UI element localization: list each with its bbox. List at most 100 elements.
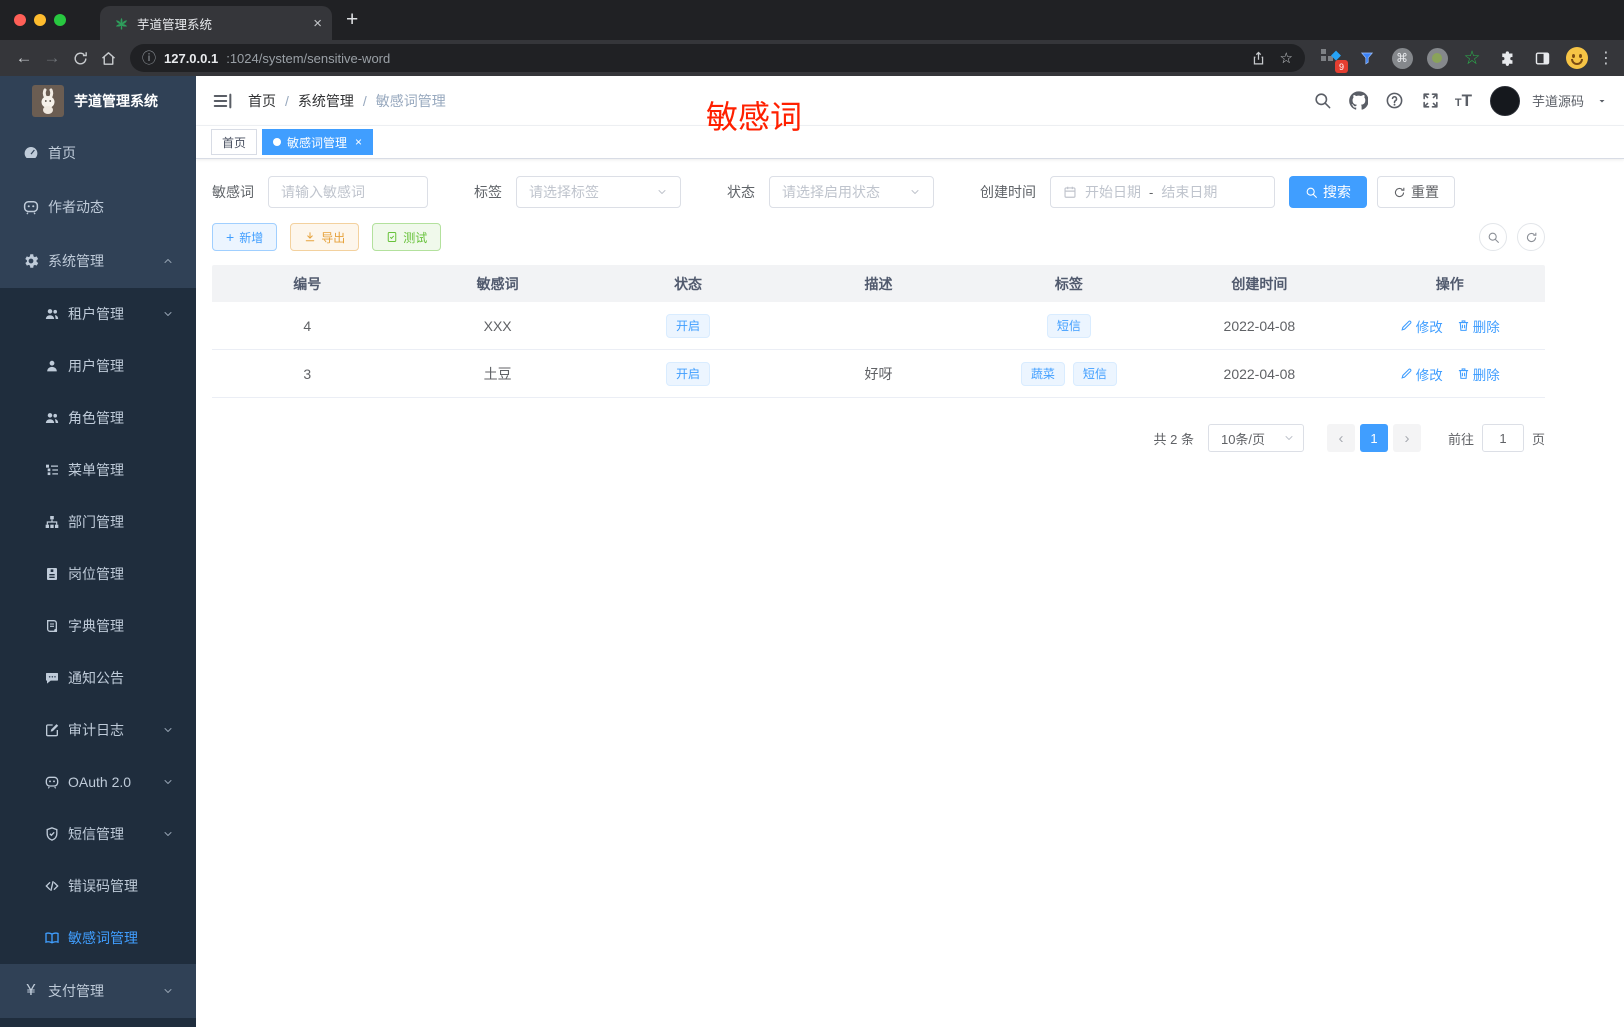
delete-link[interactable]: 删除 bbox=[1457, 316, 1500, 336]
table-header-row: 编号 敏感词 状态 描述 标签 创建时间 操作 bbox=[212, 265, 1545, 302]
tag-tab-sensitive-word[interactable]: 敏感词管理 × bbox=[262, 129, 374, 155]
sidebar-item-dict[interactable]: 字典管理 bbox=[0, 600, 196, 652]
chevron-down-icon bbox=[1283, 432, 1295, 444]
breadcrumb: 首页 / 系统管理 / 敏感词管理 bbox=[248, 91, 446, 111]
col-header: 操作 bbox=[1435, 275, 1464, 292]
date-range-picker[interactable]: 开始日期 - 结束日期 bbox=[1050, 176, 1275, 208]
refresh-table-button[interactable] bbox=[1517, 223, 1545, 251]
sidebar-item-role[interactable]: 角色管理 bbox=[0, 392, 196, 444]
sidebar-item-notice[interactable]: 通知公告 bbox=[0, 652, 196, 704]
sidebar-item-menu[interactable]: 菜单管理 bbox=[0, 444, 196, 496]
extension-funnel-icon[interactable] bbox=[1356, 47, 1378, 69]
chevron-down-icon bbox=[909, 186, 921, 198]
extension-recorder-icon[interactable] bbox=[1426, 47, 1448, 69]
extension-command-icon[interactable]: ⌘ bbox=[1391, 47, 1413, 69]
header-search-icon[interactable] bbox=[1311, 89, 1335, 113]
sidebar-item-label: 短信管理 bbox=[68, 826, 124, 842]
extensions-puzzle-icon[interactable] bbox=[1496, 47, 1518, 69]
profile-avatar-emoji[interactable] bbox=[1566, 47, 1588, 69]
github-icon[interactable] bbox=[1347, 89, 1371, 113]
new-tab-button[interactable]: + bbox=[346, 8, 358, 32]
tag-tab-home[interactable]: 首页 bbox=[211, 129, 258, 155]
caret-down-icon[interactable] bbox=[1596, 95, 1608, 107]
help-icon[interactable] bbox=[1383, 89, 1407, 113]
cell-word: XXX bbox=[483, 317, 512, 334]
reload-button[interactable] bbox=[66, 44, 94, 72]
sidebar-item-sensitive-word[interactable]: 敏感词管理 bbox=[0, 912, 196, 964]
minimize-window-button[interactable] bbox=[34, 14, 46, 26]
font-size-icon[interactable]: TT bbox=[1455, 91, 1472, 111]
download-icon bbox=[304, 231, 316, 243]
date-label: 创建时间 bbox=[980, 184, 1036, 200]
close-window-button[interactable] bbox=[14, 14, 26, 26]
browser-menu-icon[interactable]: ⋮ bbox=[1598, 48, 1614, 68]
sidebar-item-system[interactable]: 系统管理 bbox=[0, 234, 196, 288]
tag-close-icon[interactable]: × bbox=[355, 135, 362, 149]
user-avatar[interactable] bbox=[1489, 85, 1520, 116]
page-size-select[interactable]: 10条/页 bbox=[1207, 424, 1304, 452]
sidebar-item-payment[interactable]: ¥ 支付管理 bbox=[0, 964, 196, 1018]
sidebar-item-post[interactable]: 岗位管理 bbox=[0, 548, 196, 600]
tab-close-icon[interactable]: × bbox=[313, 15, 322, 32]
extensions-area: ◆ 9 ⌘ ☆ bbox=[1321, 47, 1588, 73]
url-bar[interactable]: ⓘ 127.0.0.1 :1024/system/sensitive-word … bbox=[130, 44, 1305, 72]
breadcrumb-system[interactable]: 系统管理 bbox=[298, 91, 354, 111]
zoom-window-button[interactable] bbox=[54, 14, 66, 26]
tag-tab-label: 敏感词管理 bbox=[287, 135, 348, 150]
sidebar-item-home[interactable]: 首页 bbox=[0, 126, 196, 180]
goto-page-input[interactable] bbox=[1481, 424, 1524, 452]
status-select[interactable]: 请选择启用状态 bbox=[769, 176, 934, 208]
bookmark-star-icon[interactable]: ☆ bbox=[1280, 49, 1293, 67]
reset-button[interactable]: 重置 bbox=[1377, 176, 1455, 208]
tag-select[interactable]: 请选择标签 bbox=[516, 176, 681, 208]
goto-label: 前往 bbox=[1447, 431, 1474, 447]
page-number-button[interactable]: 1 bbox=[1359, 424, 1388, 452]
site-info-icon[interactable]: ⓘ bbox=[142, 48, 156, 68]
sidebar-item-audit-log[interactable]: 审计日志 bbox=[0, 704, 196, 756]
breadcrumb-home[interactable]: 首页 bbox=[248, 91, 276, 111]
prev-page-button[interactable]: ‹ bbox=[1326, 424, 1355, 452]
extension-star-icon[interactable]: ☆ bbox=[1461, 47, 1483, 69]
forward-button[interactable]: → bbox=[38, 44, 66, 72]
edit-link[interactable]: 修改 bbox=[1400, 316, 1443, 336]
back-button[interactable]: ← bbox=[10, 44, 38, 72]
screen: 芋道管理系统 × + ← → ⓘ 127.0.0.1 :1024/system/… bbox=[0, 0, 1624, 1027]
add-button[interactable]: + 新增 bbox=[212, 223, 278, 251]
keyword-input[interactable] bbox=[281, 184, 415, 200]
app-logo[interactable]: 芋道管理系统 bbox=[0, 76, 196, 126]
search-button[interactable]: 搜索 bbox=[1289, 176, 1367, 208]
browser-tab[interactable]: 芋道管理系统 × bbox=[100, 6, 332, 40]
navbar-right: TT 芋道源码 bbox=[1311, 85, 1608, 116]
hide-search-button[interactable] bbox=[1479, 223, 1507, 251]
sidebar-bottom-strip bbox=[0, 1018, 196, 1027]
sidebar-item-author-news[interactable]: 作者动态 bbox=[0, 180, 196, 234]
sidebar-item-label: 部门管理 bbox=[68, 514, 124, 530]
hamburger-icon[interactable] bbox=[212, 90, 234, 112]
user-icon bbox=[44, 358, 60, 374]
chevron-up-icon bbox=[162, 255, 174, 267]
next-page-button[interactable]: › bbox=[1392, 424, 1421, 452]
side-panel-icon[interactable] bbox=[1531, 47, 1553, 69]
sidebar-item-error-code[interactable]: 错误码管理 bbox=[0, 860, 196, 912]
delete-link[interactable]: 删除 bbox=[1457, 364, 1500, 384]
fullscreen-icon[interactable] bbox=[1419, 89, 1443, 113]
browser-toolbar: ← → ⓘ 127.0.0.1 :1024/system/sensitive-w… bbox=[0, 40, 1624, 76]
users-icon bbox=[44, 306, 60, 322]
share-icon[interactable] bbox=[1251, 51, 1266, 66]
sidebar-item-sms[interactable]: 短信管理 bbox=[0, 808, 196, 860]
test-button[interactable]: 测试 bbox=[372, 223, 442, 251]
export-button[interactable]: 导出 bbox=[290, 223, 360, 251]
sidebar-item-label: 首页 bbox=[48, 145, 76, 161]
shield-check-icon bbox=[44, 826, 60, 842]
sidebar-item-oauth[interactable]: OAuth 2.0 bbox=[0, 756, 196, 808]
test-button-label: 测试 bbox=[403, 230, 428, 245]
edit-link[interactable]: 修改 bbox=[1400, 364, 1443, 384]
sidebar-item-tenant[interactable]: 租户管理 bbox=[0, 288, 196, 340]
sidebar-item-user[interactable]: 用户管理 bbox=[0, 340, 196, 392]
gear-icon bbox=[22, 252, 40, 270]
col-header: 编号 bbox=[293, 275, 322, 292]
status-select-placeholder: 请选择启用状态 bbox=[782, 184, 880, 200]
sidebar-item-dept[interactable]: 部门管理 bbox=[0, 496, 196, 548]
extension-diamond-icon[interactable]: ◆ 9 bbox=[1321, 47, 1348, 73]
home-button[interactable] bbox=[94, 44, 122, 72]
